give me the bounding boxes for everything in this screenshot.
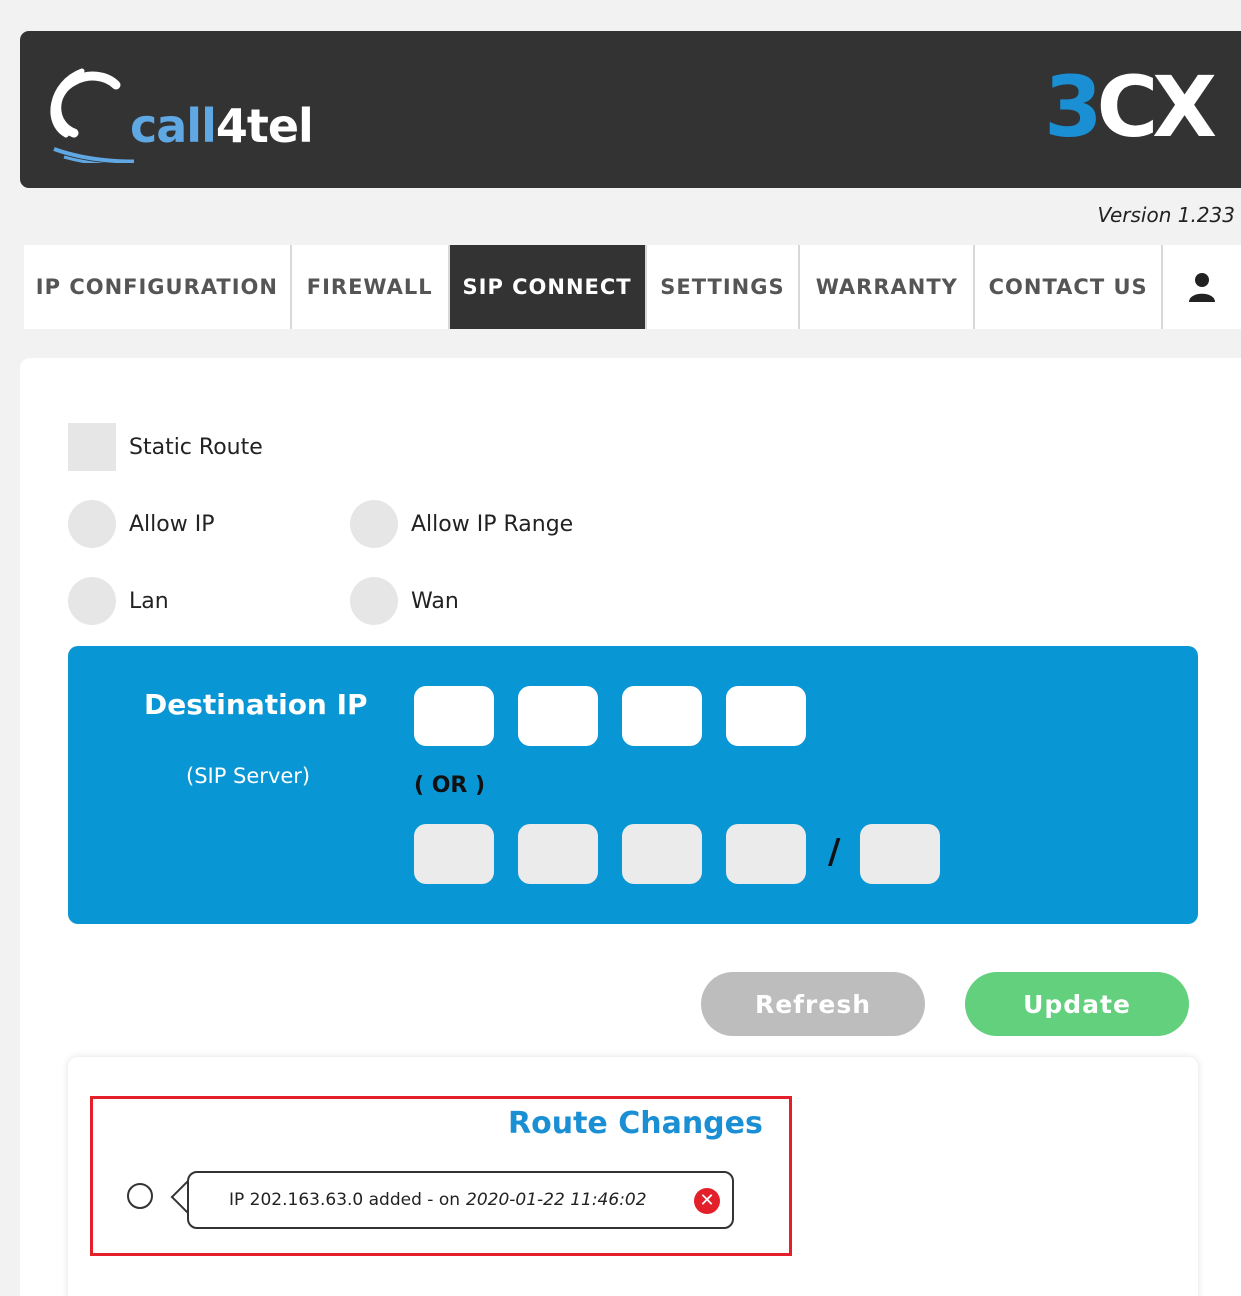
- allow-ip-range-radio[interactable]: Allow IP Range: [350, 500, 573, 548]
- update-button[interactable]: Update: [965, 972, 1189, 1036]
- allow-ip-range-label: Allow IP Range: [411, 511, 574, 537]
- route-entry: IP 202.163.63.0 added - on 2020-01-22 11…: [187, 1171, 734, 1229]
- static-route-checkbox[interactable]: Static Route: [68, 423, 263, 471]
- 3cx-logo: 3CX: [1044, 58, 1217, 156]
- cidr-slash: /: [828, 832, 841, 872]
- allow-ip-radio[interactable]: Allow IP: [68, 500, 214, 548]
- or-label: ( OR ): [414, 773, 486, 798]
- user-icon: [1189, 273, 1216, 302]
- delete-icon[interactable]: ✕: [694, 1188, 720, 1214]
- ip-octet-4-input[interactable]: [726, 686, 806, 746]
- lan-label: Lan: [129, 588, 169, 614]
- route-entry-timestamp: 2020-01-22 11:46:02: [466, 1190, 647, 1210]
- route-entry-text: IP 202.163.63.0 added - on: [229, 1190, 460, 1210]
- main-nav: IP CONFIGURATION FIREWALL SIP CONNECT SE…: [24, 245, 1241, 329]
- checkbox-box[interactable]: [68, 423, 116, 471]
- range-octet-4-input[interactable]: [726, 824, 806, 884]
- route-entry-radio[interactable]: [127, 1183, 153, 1209]
- tab-ip-configuration[interactable]: IP CONFIGURATION: [24, 245, 292, 329]
- tab-firewall[interactable]: FIREWALL: [291, 245, 450, 329]
- range-octet-3-input[interactable]: [622, 824, 702, 884]
- tab-contact-us[interactable]: CONTACT US: [975, 245, 1164, 329]
- radio-circle[interactable]: [68, 500, 116, 548]
- destination-ip-section: Destination IP (SIP Server) ( OR ) /: [68, 646, 1198, 924]
- destination-ip-subtitle: (SIP Server): [186, 764, 311, 788]
- tab-warranty[interactable]: WARRANTY: [800, 245, 976, 329]
- call4tel-logo: call4tel: [44, 53, 314, 163]
- range-octet-2-input[interactable]: [518, 824, 598, 884]
- cidr-mask-input[interactable]: [860, 824, 940, 884]
- route-changes-title: Route Changes: [508, 1106, 763, 1141]
- ip-octet-2-input[interactable]: [518, 686, 598, 746]
- tab-sip-connect[interactable]: SIP CONNECT: [449, 245, 647, 329]
- radio-circle[interactable]: [350, 500, 398, 548]
- radio-circle[interactable]: [350, 577, 398, 625]
- tab-settings[interactable]: SETTINGS: [646, 245, 801, 329]
- ip-octet-1-input[interactable]: [414, 686, 494, 746]
- range-octet-1-input[interactable]: [414, 824, 494, 884]
- version-label: Version 1.233: [1097, 203, 1235, 227]
- wave-logo-icon: [50, 68, 134, 163]
- static-route-label: Static Route: [129, 434, 263, 460]
- refresh-button[interactable]: Refresh: [701, 972, 925, 1036]
- allow-ip-label: Allow IP: [129, 511, 215, 537]
- app-header: call4tel 3CX: [20, 31, 1241, 188]
- radio-circle[interactable]: [68, 577, 116, 625]
- brand-name: call4tel: [130, 99, 314, 153]
- lan-radio[interactable]: Lan: [68, 577, 169, 625]
- wan-radio[interactable]: Wan: [350, 577, 459, 625]
- user-menu-button[interactable]: [1163, 245, 1241, 329]
- destination-ip-title: Destination IP: [144, 688, 368, 721]
- wan-label: Wan: [411, 588, 459, 614]
- ip-octet-3-input[interactable]: [622, 686, 702, 746]
